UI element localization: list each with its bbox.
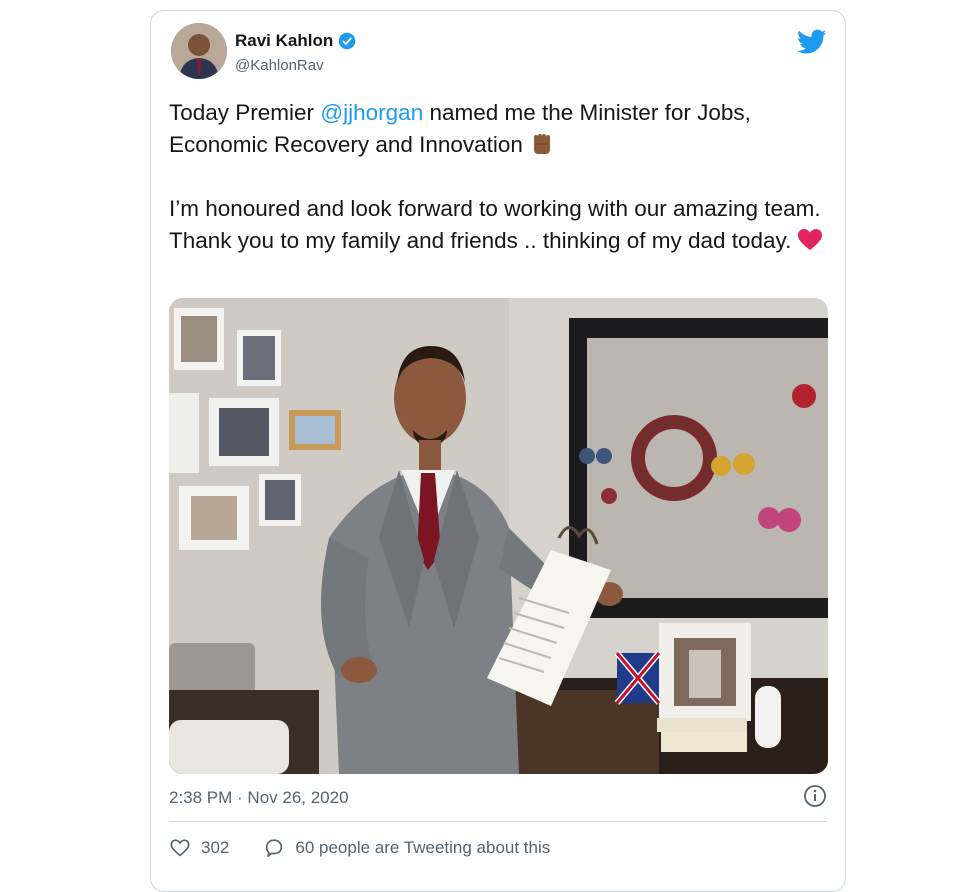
author-handle[interactable]: @KahlonRav <box>235 57 324 74</box>
tweet-text-part: Today Premier <box>169 100 321 125</box>
tweet-paragraph-2: I’m honoured and look forward to working… <box>169 193 829 257</box>
tweet-photo[interactable] <box>169 298 828 774</box>
tweeting-about-text: 60 people are Tweeting about this <box>295 838 551 857</box>
speech-bubble-icon <box>266 839 283 858</box>
verified-badge-icon <box>339 32 356 50</box>
heart-outline-icon <box>170 839 190 857</box>
like-count: 302 <box>201 838 230 857</box>
mention-link[interactable]: @jjhorgan <box>320 100 423 125</box>
tweet-paragraph-1: Today Premier @jjhorgan named me the Min… <box>169 97 829 161</box>
red-heart-emoji <box>798 229 823 250</box>
reply-button[interactable]: 60 people are Tweeting about this <box>263 837 550 859</box>
info-icon[interactable] <box>803 784 827 808</box>
tweet-text-part: I’m honoured and look forward to working… <box>169 196 821 253</box>
actions-divider <box>169 821 827 822</box>
author-avatar[interactable] <box>171 23 227 79</box>
tweet-text: Today Premier @jjhorgan named me the Min… <box>169 97 829 289</box>
raised-fist-emoji <box>533 134 550 154</box>
tweet-timestamp[interactable]: 2:38 PM · Nov 26, 2020 <box>169 788 349 808</box>
twitter-bird-icon[interactable] <box>797 29 827 55</box>
like-button[interactable]: 302 <box>169 837 229 859</box>
author-name[interactable]: Ravi Kahlon <box>235 31 333 51</box>
tweet-card: Ravi Kahlon @KahlonRav Today Premier @jj… <box>150 10 846 892</box>
author-name-row[interactable]: Ravi Kahlon <box>235 31 356 51</box>
tweet-actions: 302 60 people are Tweeting about this <box>169 837 584 859</box>
